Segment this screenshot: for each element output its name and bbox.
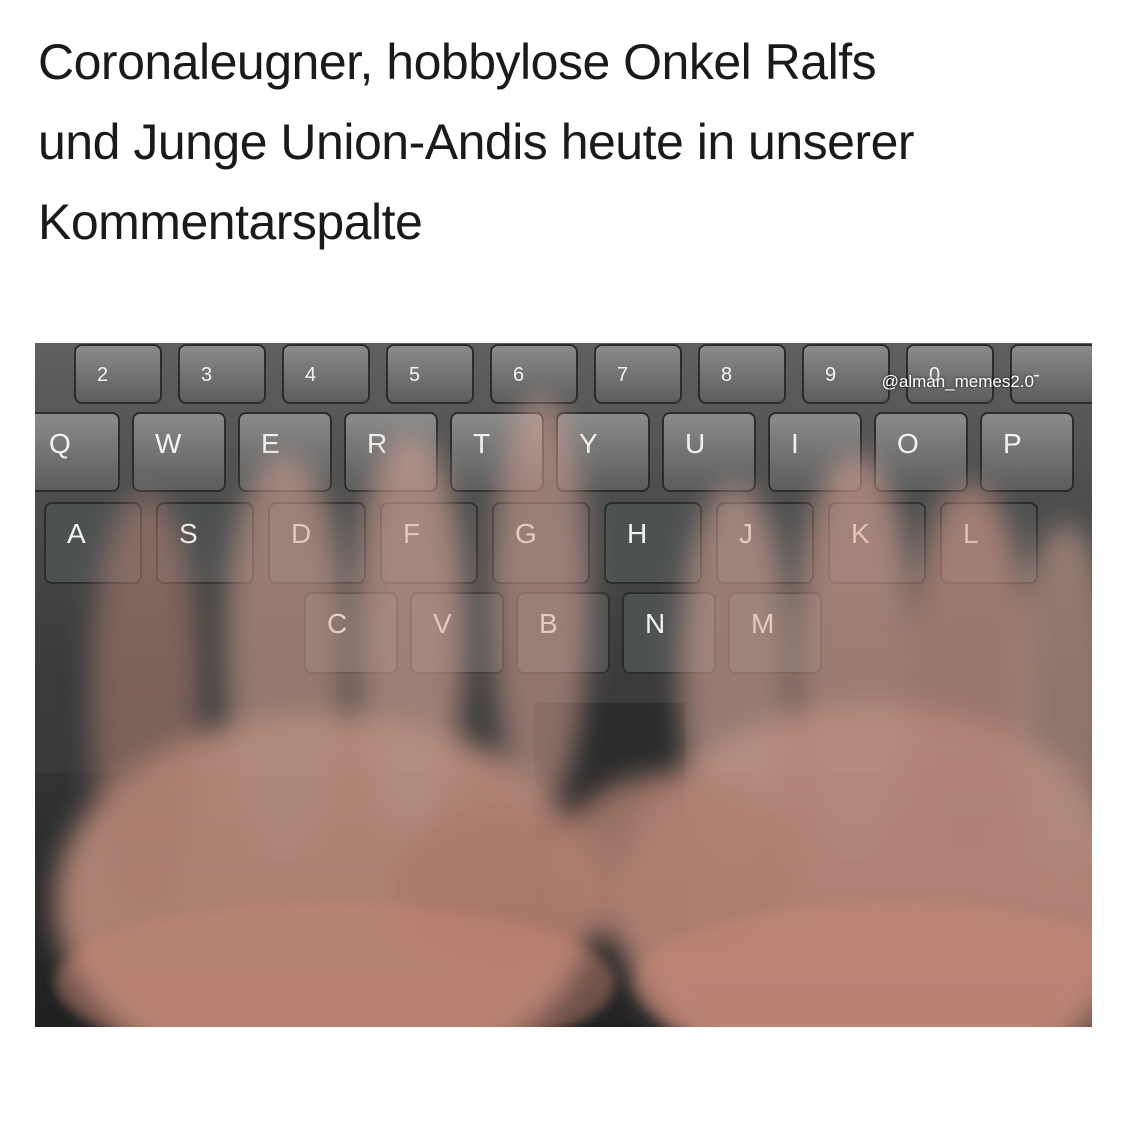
keyboard-illustration: 234567890-QWERTYUIOPASDFGHJKLCVBNM (35, 344, 1092, 1027)
key-label: W (155, 428, 182, 459)
key-label: H (627, 518, 647, 549)
key-label: 6 (513, 364, 524, 386)
key-cap (386, 344, 474, 404)
key-label: 9 (825, 364, 836, 386)
key-cap (698, 344, 786, 404)
key-cap (74, 344, 162, 404)
key-cap (980, 412, 1074, 492)
key-label: T (473, 428, 490, 459)
key-label: Y (579, 428, 598, 459)
key-label: O (897, 428, 919, 459)
key-label: S (179, 518, 198, 549)
caption-line-3: Kommentarspalte (38, 194, 423, 250)
key-label: E (261, 428, 280, 459)
key-label: Q (49, 428, 71, 459)
key-label: A (67, 518, 86, 549)
key-label: 2 (97, 364, 108, 386)
caption-line-1: Coronaleugner, hobbylose Onkel Ralfs (38, 34, 877, 90)
key-label: I (791, 428, 799, 459)
key-label: U (685, 428, 705, 459)
keyboard-typing-photo: 234567890-QWERTYUIOPASDFGHJKLCVBNM @alma… (35, 343, 1092, 1027)
key-label: 3 (201, 364, 212, 386)
key-cap (594, 344, 682, 404)
key-label: P (1003, 428, 1022, 459)
key-label: 8 (721, 364, 732, 386)
key-label: 7 (617, 364, 628, 386)
key-cap (874, 412, 968, 492)
key-label: N (645, 608, 665, 639)
caption-line-2: und Junge Union-Andis heute in unserer (38, 114, 915, 170)
key-cap (178, 344, 266, 404)
meme-caption: Coronaleugner, hobbylose Onkel Ralfs und… (38, 22, 1098, 262)
watermark: @alman_memes2.0 (881, 372, 1034, 391)
key-cap (35, 412, 120, 492)
key-label: 5 (409, 364, 420, 386)
key-cap (662, 412, 756, 492)
key-cap (490, 344, 578, 404)
key-label: - (1033, 364, 1040, 386)
key-cap (604, 502, 702, 584)
key-label: 4 (305, 364, 316, 386)
key-label: R (367, 428, 387, 459)
key-cap (802, 344, 890, 404)
key-cap (282, 344, 370, 404)
